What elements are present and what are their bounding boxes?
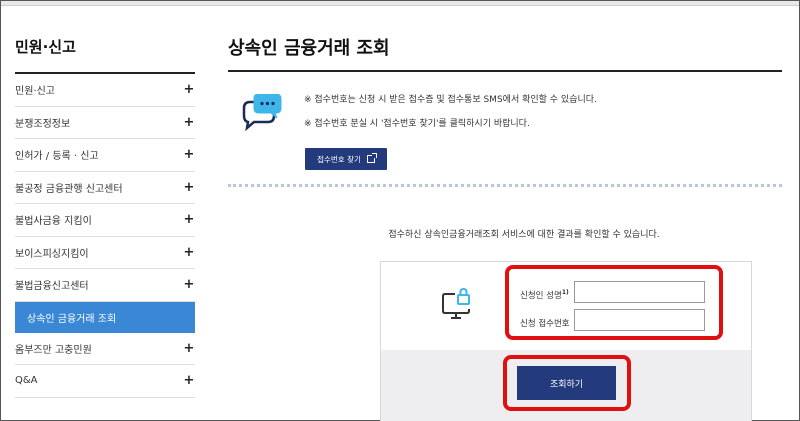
sidebar-title: 민원·신고	[15, 6, 195, 74]
sidebar-item-voice-phishing[interactable]: 보이스피싱지킴이 +	[15, 237, 195, 269]
sidebar-item-label: 불공정 금융관행 신고센터	[15, 183, 123, 195]
sidebar-item-label: 옴부즈만 고충민원	[15, 344, 92, 356]
notice-line-lost: ※ 접수번호 분실 시 '접수번호 찾기'를 클릭하시기 바랍니다.	[304, 119, 530, 129]
highlight-fields-box	[505, 265, 723, 340]
find-receipt-button[interactable]: 접수번호 찾기	[305, 148, 387, 170]
sidebar-item-civil-complaint[interactable]: 민원·신고 +	[15, 74, 195, 107]
page-title: 상속인 금융거래 조회	[228, 6, 782, 72]
sidebar: 민원·신고 민원·신고 + 분쟁조정정보 + 인허가 / 등록 · 신고 + 불…	[15, 6, 195, 398]
chat-bubble-icon	[242, 94, 282, 132]
sidebar-item-ombudsman[interactable]: 옴부즈만 고충민원 +	[15, 333, 195, 365]
sidebar-item-label: 불법금융신고센터	[15, 281, 89, 293]
notice-panel: ※ 접수번호는 신청 시 받은 접수증 및 접수통보 SMS에서 확인할 수 있…	[228, 72, 782, 187]
find-receipt-label: 접수번호 찾기	[317, 154, 361, 164]
main-content: 상속인 금융거래 조회 ※ 접수번호는 신청 시 받은 접수증 및 접수통보 S…	[228, 6, 782, 187]
plus-icon[interactable]: +	[183, 115, 195, 130]
plus-icon[interactable]: +	[183, 373, 195, 388]
plus-icon[interactable]: +	[183, 82, 195, 97]
plus-icon[interactable]: +	[183, 212, 195, 227]
notice-text: ※ 접수번호는 신청 시 받은 접수증 및 접수통보 SMS에서 확인할 수 있…	[304, 96, 597, 144]
sidebar-item-dispute-mediation[interactable]: 분쟁조정정보 +	[15, 107, 195, 139]
sidebar-item-label: 분쟁조정정보	[15, 118, 71, 130]
sidebar-item-label: 보이스피싱지킴이	[15, 248, 89, 260]
notice-line-receipt: ※ 접수번호는 신청 시 받은 접수증 및 접수통보 SMS에서 확인할 수 있…	[304, 95, 597, 105]
sidebar-item-label: 상속인 금융거래 조회	[27, 313, 117, 325]
plus-icon[interactable]: +	[183, 277, 195, 292]
sidebar-item-licensing[interactable]: 인허가 / 등록 · 신고 +	[15, 139, 195, 172]
highlight-button-box	[503, 355, 631, 411]
result-description: 접수하신 상속인금융거래조회 서비스에 대한 결과를 확인할 수 있습니다.	[388, 230, 660, 240]
external-link-icon	[366, 153, 377, 163]
sidebar-item-label: Q&A	[15, 375, 38, 387]
plus-icon[interactable]: +	[183, 341, 195, 356]
sidebar-item-label: 민원·신고	[15, 86, 55, 98]
plus-icon[interactable]: +	[183, 147, 195, 162]
sidebar-item-illegal-lending[interactable]: 불법사금융 지킴이 +	[15, 204, 195, 237]
monitor-lock-icon	[442, 287, 470, 319]
sidebar-item-illegal-finance[interactable]: 불법금융신고센터 +	[15, 269, 195, 302]
sidebar-list: 민원·신고 + 분쟁조정정보 + 인허가 / 등록 · 신고 + 불공정 금융관…	[15, 74, 195, 398]
sidebar-item-unfair-practice[interactable]: 불공정 금융관행 신고센터 +	[15, 172, 195, 204]
plus-icon[interactable]: +	[183, 180, 195, 195]
sidebar-item-label: 불법사금융 지킴이	[15, 216, 92, 228]
sidebar-item-qna[interactable]: Q&A +	[15, 365, 195, 398]
sidebar-item-heir-inquiry[interactable]: 상속인 금융거래 조회	[15, 301, 195, 333]
sidebar-item-label: 인허가 / 등록 · 신고	[15, 151, 99, 163]
plus-icon[interactable]: +	[183, 245, 195, 260]
